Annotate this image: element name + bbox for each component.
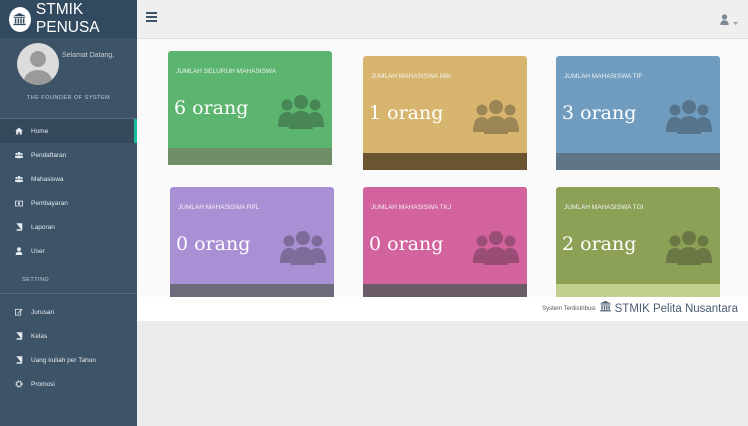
tile-value: 0 orang bbox=[176, 233, 251, 255]
sidebar-item-laporan[interactable]: Laporan bbox=[0, 215, 137, 239]
profile-role: THE FOUNDER OF SYSTEM bbox=[26, 95, 111, 101]
user-profile: Selamat Datang, THE FOUNDER OF SYSTEM bbox=[0, 38, 137, 118]
sidebar-item-label: Home bbox=[31, 127, 49, 135]
sidebar-item-label: Promosi bbox=[31, 380, 55, 388]
tile-value: 3 orang bbox=[562, 102, 637, 124]
sidebar-item-home[interactable]: Home bbox=[0, 119, 137, 143]
caret-down-icon bbox=[733, 12, 738, 30]
section-title-setting: SETTING bbox=[22, 277, 50, 283]
page-footer: System Terdistribusi STMIK Pelita Nusant… bbox=[137, 297, 748, 321]
sidebar-item-kelas[interactable]: Kelas bbox=[0, 324, 137, 348]
sidebar-item-label: Kelas bbox=[31, 332, 48, 340]
brand-title: STMIK PENUSA bbox=[35, 1, 100, 36]
users-icon bbox=[15, 151, 23, 159]
footer-brand: STMIK Pelita Nusantara bbox=[614, 303, 738, 315]
users-icon bbox=[280, 231, 326, 265]
book-icon bbox=[15, 356, 23, 364]
sidebar-item-label: User bbox=[31, 247, 45, 255]
sidebar: Selamat Datang, THE FOUNDER OF SYSTEM Ho… bbox=[0, 38, 137, 426]
footer-prefix: System Terdistribusi bbox=[542, 306, 596, 312]
user-dropdown[interactable] bbox=[720, 12, 738, 30]
tile-footer bbox=[556, 153, 720, 170]
top-navbar bbox=[137, 0, 748, 39]
tile-value: 2 orang bbox=[562, 233, 637, 255]
users-icon bbox=[473, 100, 519, 134]
stat-tile-tgi[interactable]: JUMLAH MAHASISWA TGI 2 orang bbox=[556, 187, 720, 301]
stat-tile-tif[interactable]: JUMLAH MAHASISWA TIF 3 orang bbox=[556, 56, 720, 170]
tile-title: JUMLAH MAHASISWA TGI bbox=[564, 204, 644, 211]
sidebar-item-jurusan[interactable]: Jurusan bbox=[0, 300, 137, 324]
sidebar-item-promosi[interactable]: Promosi bbox=[0, 372, 137, 396]
tile-title: JUMLAH SELURUH MAHASISWA bbox=[176, 68, 277, 75]
gear-icon bbox=[15, 380, 23, 388]
sidebar-item-user[interactable]: User bbox=[0, 239, 137, 263]
tile-title: JUMLAH MAHASISWA TIF bbox=[564, 73, 643, 80]
dashboard-content: JUMLAH SELURUH MAHASISWA 6 orang JUMLAH … bbox=[137, 39, 748, 301]
sidebar-item-label: Pendaftaran bbox=[31, 151, 67, 159]
tile-footer bbox=[168, 148, 332, 165]
tile-title: JUMLAH MAHASISWA RPL bbox=[178, 204, 260, 211]
user-icon bbox=[720, 12, 729, 30]
users-icon bbox=[666, 231, 712, 265]
sidebar-item-label: Pembayaran bbox=[31, 199, 68, 207]
sidebar-item-uang-kuliah[interactable]: Uang kuliah per Tahun bbox=[0, 348, 137, 372]
money-icon bbox=[15, 199, 23, 207]
tile-value: 0 orang bbox=[369, 233, 444, 255]
sidebar-item-pembayaran[interactable]: Pembayaran bbox=[0, 191, 137, 215]
divider bbox=[0, 293, 137, 294]
book-icon bbox=[15, 223, 23, 231]
tile-value: 6 orang bbox=[174, 97, 249, 119]
user-icon bbox=[15, 247, 23, 255]
tile-footer bbox=[363, 153, 527, 170]
stat-tile-rpl[interactable]: JUMLAH MAHASISWA RPL 0 orang bbox=[170, 187, 334, 301]
stat-tile-total[interactable]: JUMLAH SELURUH MAHASISWA 6 orang bbox=[168, 51, 332, 165]
users-icon bbox=[473, 231, 519, 265]
tile-value: 1 orang bbox=[369, 102, 444, 124]
sidebar-item-pendaftaran[interactable]: Pendaftaran bbox=[0, 143, 137, 167]
avatar bbox=[17, 43, 59, 85]
users-icon bbox=[666, 100, 712, 134]
sidebar-item-mahasiswa[interactable]: Mahasiswa bbox=[0, 167, 137, 191]
home-icon bbox=[15, 127, 23, 135]
sidebar-item-label: Jurusan bbox=[31, 308, 55, 316]
tile-title: JUMLAH MAHASISWA MIK bbox=[371, 73, 452, 80]
sidebar-item-label: Uang kuliah per Tahun bbox=[31, 356, 96, 364]
institution-icon bbox=[599, 300, 612, 318]
stat-tile-mik[interactable]: JUMLAH MAHASISWA MIK 1 orang bbox=[363, 56, 527, 170]
welcome-text: Selamat Datang, bbox=[62, 52, 115, 59]
book-icon bbox=[15, 332, 23, 340]
edit-icon bbox=[15, 308, 23, 316]
sidebar-item-label: Laporan bbox=[31, 223, 55, 231]
brand-header[interactable]: STMIK PENUSA bbox=[0, 0, 137, 38]
users-icon bbox=[278, 95, 324, 129]
institution-icon bbox=[9, 6, 31, 32]
menu-toggle-icon[interactable] bbox=[146, 12, 157, 22]
tile-title: JUMLAH MAHASISWA TKJ bbox=[371, 204, 452, 211]
sidebar-item-label: Mahasiswa bbox=[31, 175, 64, 183]
users-icon bbox=[15, 175, 23, 183]
stat-tile-tkj[interactable]: JUMLAH MAHASISWA TKJ 0 orang bbox=[363, 187, 527, 301]
